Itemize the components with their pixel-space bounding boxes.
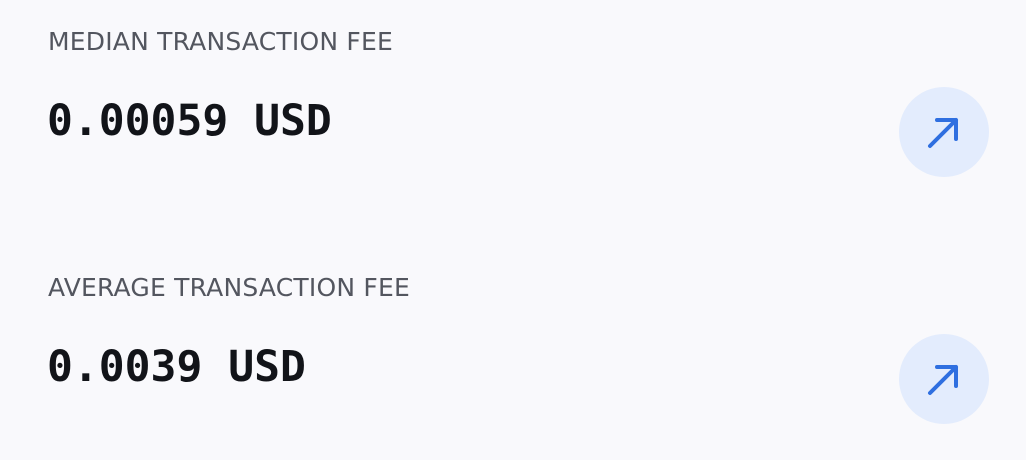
- average-fee-value: 0.0039 USD: [47, 342, 306, 392]
- median-fee-card: MEDIAN TRANSACTION FEE 0.00059 USD: [0, 0, 1026, 230]
- median-fee-label: MEDIAN TRANSACTION FEE: [48, 27, 393, 56]
- average-fee-card: AVERAGE TRANSACTION FEE 0.0039 USD: [0, 230, 1026, 460]
- average-fee-label: AVERAGE TRANSACTION FEE: [48, 273, 410, 302]
- median-fee-value: 0.00059 USD: [47, 96, 332, 146]
- median-fee-trend-button[interactable]: [899, 87, 989, 177]
- arrow-up-right-icon: [928, 365, 958, 395]
- average-fee-trend-button[interactable]: [899, 334, 989, 424]
- arrow-up-right-icon: [928, 118, 958, 148]
